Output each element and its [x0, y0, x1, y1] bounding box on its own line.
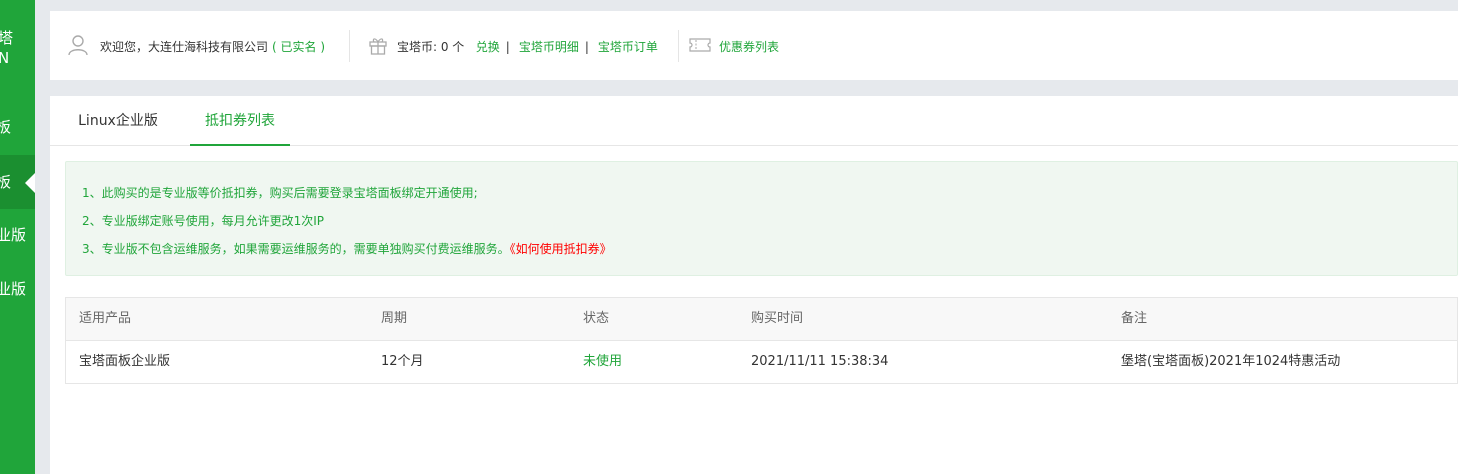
logo-line-1: 塔 [0, 29, 14, 47]
cell-purchase-time: 2021/11/11 15:38:34 [751, 354, 889, 369]
exchange-link[interactable]: 兑换 [476, 40, 500, 54]
header-status: 状态 [583, 311, 610, 326]
welcome-text: 欢迎您，大连仕海科技有限公司( 已实名 ) [100, 38, 325, 55]
verified-badge[interactable]: ( 已实名 ) [272, 40, 325, 54]
header-period: 周期 [381, 311, 408, 326]
cell-period: 12个月 [381, 354, 424, 369]
notice-line-3: 3、专业版不包含运维服务，如果需要运维服务的，需要单独购买付费运维服务。《如何使… [82, 240, 612, 257]
user-icon [67, 34, 89, 59]
coin-balance: 宝塔币: 0 个 [397, 40, 465, 54]
cell-remark: 堡塔(宝塔面板)2021年1024特惠活动 [1121, 354, 1341, 369]
gift-icon [368, 35, 388, 58]
main-panel: Linux企业版 抵扣券列表 1、此购买的是专业版等价抵扣券，购买后需要登录宝塔… [50, 96, 1458, 474]
coupon-table: 适用产品 周期 状态 购买时间 备注 宝塔面板企业版 12个月 未使用 2021… [65, 297, 1458, 384]
divider [678, 30, 679, 62]
logo[interactable]: 塔 N [0, 28, 13, 68]
active-indicator-arrow [25, 173, 35, 193]
coupon-list-link[interactable]: 优惠券列表 [719, 38, 779, 55]
header-product: 适用产品 [79, 311, 132, 326]
sidebar-item-1[interactable]: 板 [0, 100, 35, 154]
table-header: 适用产品 周期 状态 购买时间 备注 [66, 298, 1457, 341]
header-purchase-time: 购买时间 [751, 311, 804, 326]
coin-orders-link[interactable]: 宝塔币订单 [598, 40, 658, 54]
table-row: 宝塔面板企业版 12个月 未使用 2021/11/11 15:38:34 堡塔(… [66, 341, 1457, 383]
link-separator: | [584, 40, 589, 54]
tab-linux-enterprise[interactable]: Linux企业版 [66, 96, 170, 146]
account-bar: 欢迎您，大连仕海科技有限公司( 已实名 ) 宝塔币: 0 个 兑换 | 宝塔币明细 |… [50, 11, 1458, 80]
logo-line-2: N [0, 49, 10, 67]
notice-box: 1、此购买的是专业版等价抵扣券，购买后需要登录宝塔面板绑定开通使用; 2、专业版… [65, 161, 1458, 276]
notice-line-1: 1、此购买的是专业版等价抵扣券，购买后需要登录宝塔面板绑定开通使用; [82, 186, 478, 200]
notice-line-2: 2、专业版绑定账号使用，每月允许更改1次IP [82, 214, 325, 228]
cell-status: 未使用 [583, 354, 623, 369]
divider [349, 30, 350, 62]
coin-detail-link[interactable]: 宝塔币明细 [519, 40, 579, 54]
cell-product: 宝塔面板企业版 [79, 354, 171, 369]
coins-area: 宝塔币: 0 个 兑换 | 宝塔币明细 | 宝塔币订单 [397, 38, 658, 55]
header-remark: 备注 [1121, 311, 1148, 326]
ticket-icon [689, 37, 711, 56]
sidebar-item-3[interactable]: 业版 [0, 208, 35, 262]
notice-line-3-text: 3、专业版不包含运维服务，如果需要运维服务的，需要单独购买付费运维服务。 [82, 242, 510, 256]
tab-bar: Linux企业版 抵扣券列表 [50, 96, 1458, 146]
sidebar: 塔 N 板 板 业版 业版 [0, 0, 35, 474]
sidebar-item-4[interactable]: 业版 [0, 262, 35, 316]
link-separator: | [505, 40, 510, 54]
how-to-use-coupon-link[interactable]: 《如何使用抵扣券》 [510, 242, 612, 256]
tab-coupon-list[interactable]: 抵扣券列表 [190, 96, 290, 146]
company-name: 欢迎您，大连仕海科技有限公司 [100, 40, 269, 54]
